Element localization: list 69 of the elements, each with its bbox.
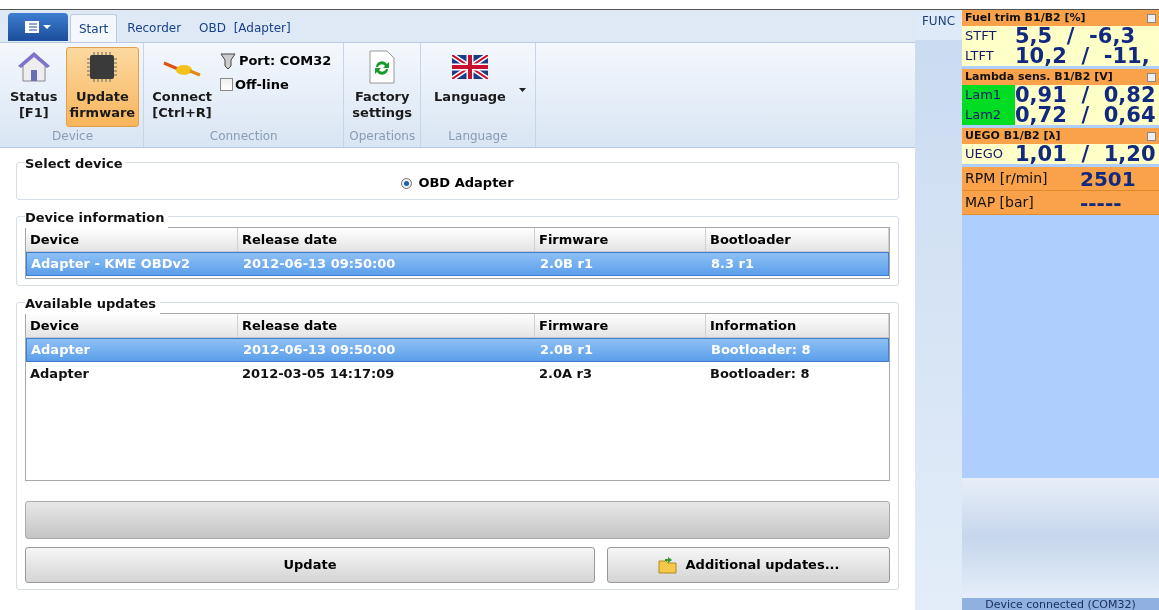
- table-cell-text: Adapter - KME OBDv2: [30, 255, 192, 274]
- ribbon-tab[interactable]: Recorder: [119, 14, 190, 42]
- table-cell-text: 2.0A r3: [538, 365, 594, 384]
- pin-icon: [1147, 13, 1156, 23]
- additional-updates-button[interactable]: Additional updates...: [607, 547, 890, 583]
- update-button[interactable]: Update: [25, 547, 595, 583]
- gauge-value: 5,5 / -6,3: [1015, 25, 1136, 47]
- gauge-title: Fuel trim B1/B2 [%]: [965, 10, 1086, 26]
- status-text: Device connected (COM32): [985, 598, 1136, 610]
- house-icon: [16, 50, 51, 84]
- table-cell-text: Adapter: [29, 365, 90, 384]
- gauge-label: MAP [bar]: [965, 193, 1035, 212]
- gauge-label: Lam2: [962, 105, 1015, 125]
- table-cell-text: 2012-06-13 09:50:00: [242, 341, 397, 360]
- column-header: Release date: [238, 314, 535, 337]
- group-label: Connection: [208, 128, 279, 145]
- column-header: Bootloader: [706, 228, 889, 251]
- table-cell-text: 2012-06-13 09:50:00: [242, 255, 397, 274]
- ribbon-button[interactable]: Status [F1]: [6, 47, 62, 127]
- gauge-label: STFT: [964, 27, 998, 46]
- column-header: Firmware: [535, 228, 706, 251]
- table-cell-text: 2012-03-05 14:17:09: [241, 365, 396, 384]
- table-cell-text: Bootloader: 8: [710, 341, 812, 360]
- ribbon-button[interactable]: Factory settings: [348, 47, 417, 127]
- folder-icon: [657, 556, 678, 574]
- caret-icon: [518, 88, 526, 92]
- table-cell-text: 2.0B r1: [539, 255, 594, 274]
- table-cell-text: 2.0B r1: [539, 341, 594, 360]
- table-cell-text: 8.3 r1: [710, 255, 755, 274]
- gauge-label: RPM [r/min]: [965, 169, 1049, 188]
- port-icon: [219, 51, 236, 70]
- group-label: Operations: [348, 128, 417, 145]
- radio-button[interactable]: OBD Adapter: [401, 173, 514, 193]
- table-row[interactable]: Adapter 2012-03-05 14:17:09 2.0A r3 Bootloader: 8: [26, 362, 889, 386]
- gauge-value: -----: [1080, 192, 1122, 213]
- gauge-value: 2501: [1080, 168, 1136, 189]
- pin-icon: [1147, 131, 1156, 141]
- gauge-label: LTFT: [964, 47, 995, 66]
- ribbon-button[interactable]: Connect [Ctrl+R]: [148, 47, 216, 127]
- ribbon-button[interactable]: Language: [425, 47, 531, 127]
- column-header: Device: [26, 314, 238, 337]
- ribbon-tab[interactable]: OBD [Adapter]: [191, 14, 299, 42]
- gauge-label: Lam1: [962, 85, 1015, 105]
- document-refresh-icon: [369, 50, 396, 84]
- func-label: FUNC: [921, 14, 955, 28]
- column-header: Firmware: [535, 314, 706, 337]
- column-header: Device: [26, 228, 238, 251]
- gauge-value: 10,2 / -11,: [1015, 45, 1150, 67]
- group-label: Device: [51, 128, 95, 145]
- gauge-value: 0,72 / 0,64: [1015, 104, 1156, 126]
- table-cell-text: Bootloader: 8: [709, 365, 811, 384]
- column-header: Release date: [238, 228, 535, 251]
- table-cell-text: Adapter: [30, 341, 91, 360]
- group-label: Language: [447, 128, 509, 145]
- column-header: Information: [706, 314, 889, 337]
- ribbon-tab[interactable]: Start: [70, 14, 118, 42]
- gauge-label: UEGO: [964, 145, 1005, 164]
- gauge-value: 1,01 / 1,20: [1015, 143, 1156, 165]
- gauge-title: Lambda sens. B1/B2 [V]: [965, 68, 1113, 85]
- menu-button[interactable]: [8, 13, 68, 41]
- gauge-title: UEGO B1/B2 [λ]: [965, 127, 1061, 144]
- menu-icon: [25, 21, 51, 33]
- gauge-value: 0,91 / 0,82: [1015, 84, 1156, 106]
- pin-icon: [1147, 72, 1156, 82]
- flag-icon: [451, 55, 488, 79]
- chip-icon: [85, 50, 120, 84]
- port-label: Port: COM32: [238, 52, 332, 70]
- offline-checkbox[interactable]: Off-line: [219, 74, 332, 94]
- ribbon-button[interactable]: Update firmware: [65, 47, 140, 127]
